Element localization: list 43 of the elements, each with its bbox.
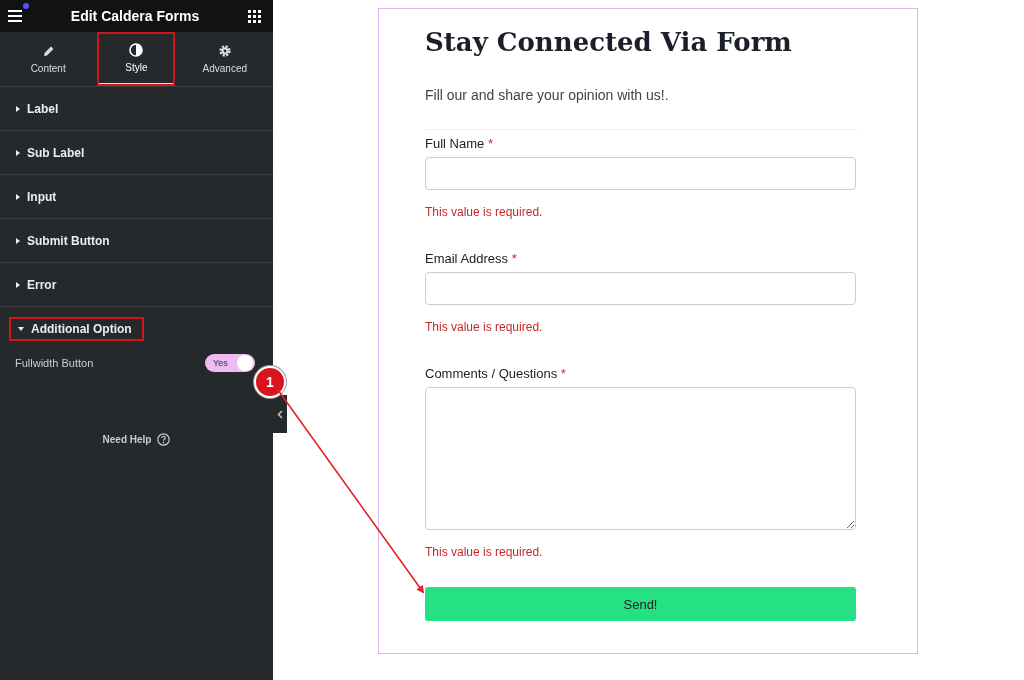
form-title: Stay Connected Via Form [425, 27, 793, 57]
section-header[interactable]: Additional Option [9, 317, 144, 341]
notification-dot [23, 3, 29, 9]
help-icon [157, 433, 171, 446]
section-header[interactable]: Submit Button [0, 219, 273, 262]
send-button[interactable]: Send! [425, 587, 856, 621]
caret-icon [16, 237, 20, 244]
collapse-handle[interactable] [273, 395, 287, 433]
need-help-link[interactable]: Need Help [102, 433, 171, 446]
contrast-icon [129, 42, 144, 57]
required-mark: * [487, 136, 493, 151]
section-header[interactable]: Sub Label [0, 131, 273, 174]
panel-title: Edit Caldera Forms [70, 8, 200, 24]
caret-icon [18, 327, 24, 331]
field-label: Email Address [425, 251, 509, 266]
caret-icon [16, 193, 20, 200]
panel-tab[interactable]: Content [9, 32, 88, 86]
apps-grid-icon[interactable] [248, 9, 261, 23]
required-mark: * [511, 251, 517, 266]
input-field[interactable] [425, 157, 856, 190]
menu-icon[interactable] [8, 10, 22, 22]
input-field[interactable] [425, 272, 856, 305]
section-header[interactable]: Error [0, 263, 273, 306]
caret-icon [16, 105, 20, 112]
panel-tab[interactable]: Style [97, 32, 176, 86]
comments-field[interactable] [425, 387, 856, 530]
pencil-icon [41, 44, 55, 58]
step-badge: 1 [254, 366, 286, 398]
form-intro: Fill our and share your opinion with us!. [425, 87, 670, 103]
gear-icon [217, 44, 232, 58]
section-header[interactable]: Input [0, 175, 273, 218]
required-mark: * [560, 366, 566, 381]
control-label: Fullwidth Button [15, 357, 94, 369]
error-message: This value is required. [425, 320, 544, 334]
toggle-switch[interactable]: Yes [205, 354, 255, 372]
error-message: This value is required. [425, 205, 544, 219]
caret-icon [16, 149, 20, 156]
field-label: Full Name [425, 136, 485, 151]
field-label: Comments / Questions [425, 366, 558, 381]
caret-icon [16, 281, 20, 288]
section-header[interactable]: Label [0, 87, 273, 130]
panel-tab[interactable]: Advanced [185, 32, 264, 86]
error-message: This value is required. [425, 545, 544, 559]
